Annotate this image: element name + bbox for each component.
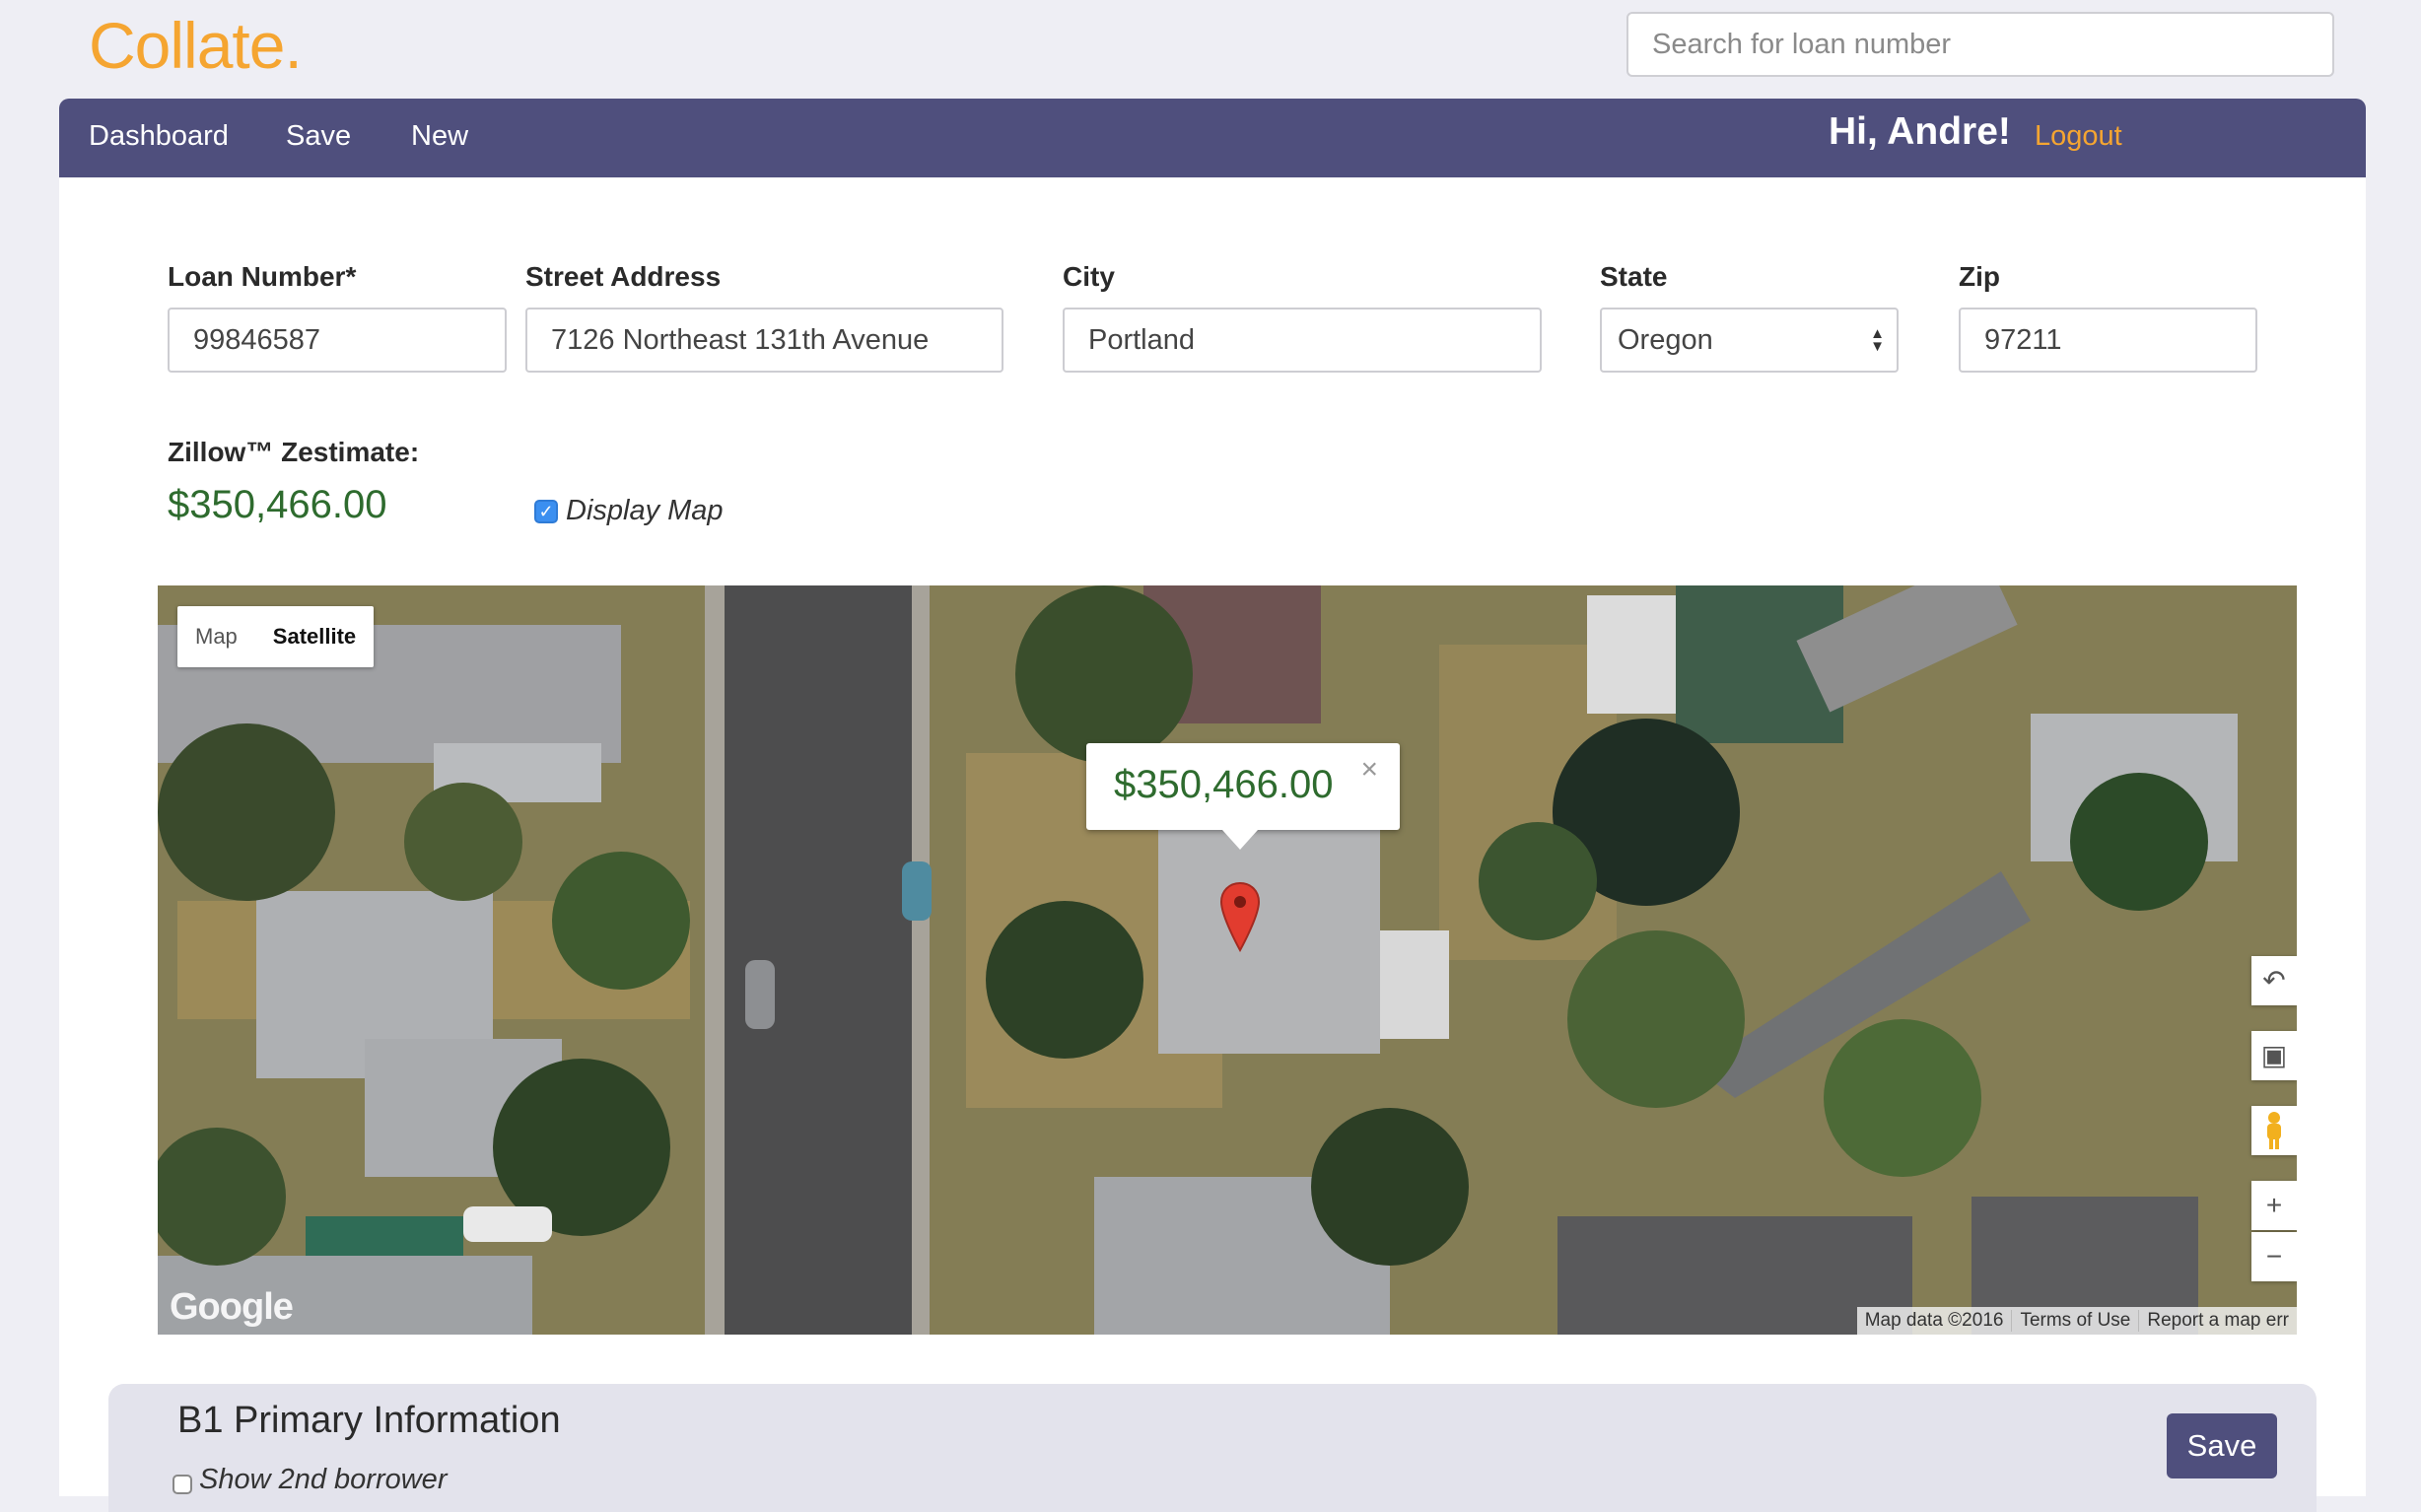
section-title: B1 Primary Information [177,1400,561,1441]
map-type-control: Map Satellite [177,606,375,667]
satellite-map[interactable]: Map Satellite $350,466.00 × ↶ ▣ + − Goog… [158,585,2297,1335]
map-info-window: $350,466.00 × [1086,743,1400,850]
city-input[interactable] [1063,308,1542,373]
tilt-icon[interactable]: ▣ [2251,1031,2297,1080]
report-map-error-link[interactable]: Report a map err [2138,1310,2297,1332]
nav-dashboard-link[interactable]: Dashboard [89,120,229,153]
select-arrows-icon: ▲ ▼ [1870,325,1885,355]
info-window-tail [1222,830,1258,850]
logout-link[interactable]: Logout [2035,120,2122,153]
map-type-map-button[interactable]: Map [177,606,255,667]
map-type-satellite-button[interactable]: Satellite [255,606,374,667]
pegman-icon[interactable] [2251,1106,2297,1155]
terms-of-use-link[interactable]: Terms of Use [2011,1310,2138,1332]
satellite-imagery [158,585,2297,1335]
map-data-credit: Map data ©2016 [1864,1310,2004,1331]
user-greeting: Hi, Andre! [1829,110,2011,153]
nav-save-link[interactable]: Save [286,120,351,153]
state-select-value: Oregon [1600,308,1899,373]
zestimate-label: Zillow™ Zestimate: [168,437,420,467]
show-second-borrower-label: Show 2nd borrower [199,1464,448,1495]
map-marker-icon[interactable] [1219,881,1261,952]
loan-number-input[interactable] [168,308,507,373]
street-address-input[interactable] [525,308,1003,373]
top-navbar: Dashboard Save New Hi, Andre! Logout [59,99,2366,177]
zip-label: Zip [1959,261,2000,292]
close-icon[interactable]: × [1360,753,1378,787]
show-second-borrower-checkbox[interactable] [173,1475,192,1494]
rotate-icon[interactable]: ↶ [2251,956,2297,1005]
section-save-button[interactable]: Save [2167,1413,2277,1478]
zoom-out-button[interactable]: − [2251,1232,2297,1281]
loan-search-input[interactable] [1626,12,2334,77]
zoom-in-button[interactable]: + [2251,1181,2297,1230]
google-watermark: Google [170,1286,294,1328]
info-window-price: $350,466.00 [1114,763,1334,806]
city-label: City [1063,261,1115,292]
street-address-label: Street Address [525,261,722,292]
b1-primary-section: B1 Primary Information Save Show 2nd bor… [108,1384,2317,1512]
loan-number-label: Loan Number* [168,261,357,292]
nav-new-link[interactable]: New [411,120,468,153]
zip-input[interactable] [1959,308,2257,373]
pegman-figure [2267,1112,2281,1149]
display-map-checkbox[interactable]: ✓ [534,500,558,523]
state-select[interactable]: Oregon ▲ ▼ [1600,308,1899,373]
map-attribution: Map data ©2016 Terms of Use Report a map… [1856,1307,2297,1335]
app-logo: Collate. [89,9,303,82]
display-map-label: Display Map [566,495,724,526]
state-label: State [1600,261,1668,292]
zestimate-value: $350,466.00 [168,483,387,526]
